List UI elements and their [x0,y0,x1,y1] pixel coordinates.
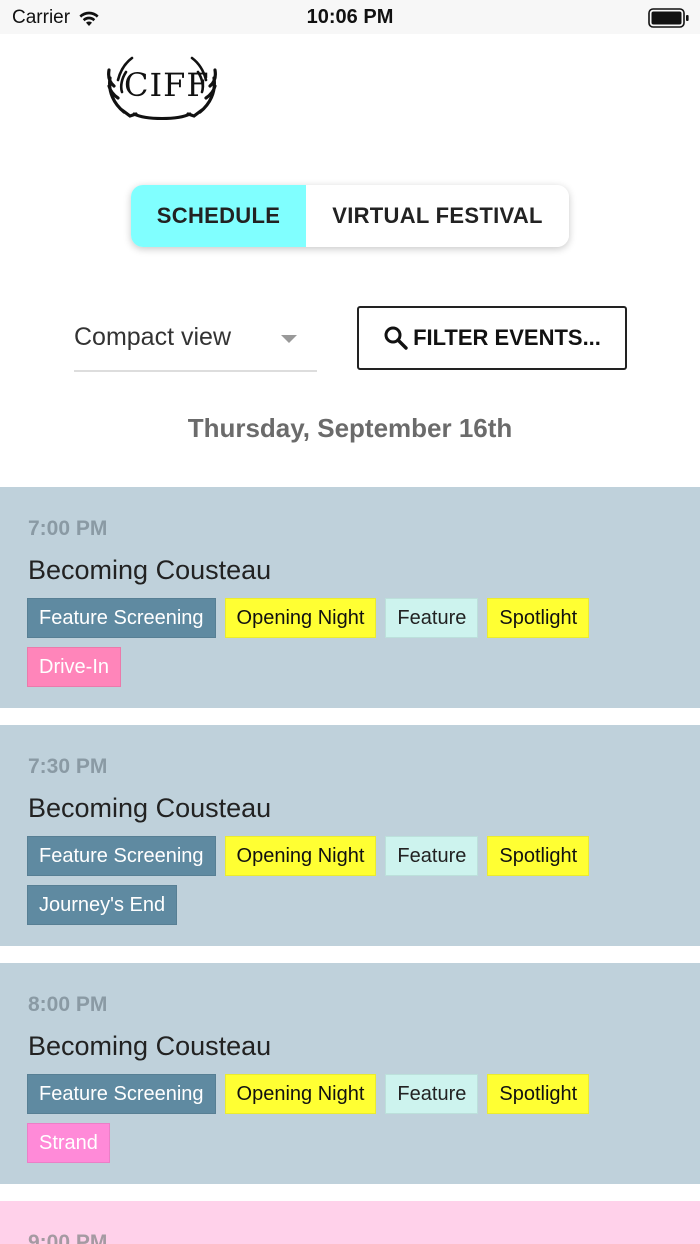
tab-schedule[interactable]: SCHEDULE [131,185,306,247]
filter-events-button[interactable]: FILTER EVENTS... [357,306,627,370]
battery-icon [648,8,689,28]
date-heading: Thursday, September 16th [187,413,513,443]
tag-feature-screening[interactable]: Feature Screening [27,1074,216,1114]
tag-opening-night[interactable]: Opening Night [224,1074,377,1114]
event-title[interactable]: Becoming Cousteau [28,793,271,824]
event-time: 7:30 PM [28,755,108,778]
event-time: 7:00 PM [28,517,108,540]
tag-opening-night[interactable]: Opening Night [224,836,377,876]
event-card[interactable]: 8:00 PM Becoming Cousteau Feature Screen… [0,963,700,1184]
event-tags: Feature Screening Opening Night Feature … [27,598,667,687]
ciff-logo[interactable]: CIFF [106,52,218,124]
logo-text: CIFF [124,66,210,104]
event-tags: Feature Screening Opening Night Feature … [27,836,667,925]
tag-spotlight[interactable]: Spotlight [487,598,590,638]
tag-feature-screening[interactable]: Feature Screening [27,598,216,638]
event-card[interactable]: 7:30 PM Becoming Cousteau Feature Screen… [0,725,700,946]
tag-feature-screening[interactable]: Feature Screening [27,836,216,876]
search-icon [384,326,408,350]
event-time: 9:00 PM [28,1231,108,1244]
tag-drive-in[interactable]: Drive-In [27,647,122,687]
event-title[interactable]: Becoming Cousteau [28,555,271,586]
event-time: 8:00 PM [28,993,108,1016]
status-bar: Carrier 10:06 PM [0,0,700,34]
event-card[interactable]: 9:00 PM [0,1201,700,1244]
tag-strand[interactable]: Strand [27,1123,110,1163]
tag-spotlight[interactable]: Spotlight [487,1074,590,1114]
tag-opening-night[interactable]: Opening Night [224,598,377,638]
filter-events-label: FILTER EVENTS... [413,325,601,350]
event-card[interactable]: 7:00 PM Becoming Cousteau Feature Screen… [0,487,700,708]
view-mode-select[interactable]: Compact view [74,306,317,372]
tag-spotlight[interactable]: Spotlight [487,836,590,876]
tag-feature[interactable]: Feature [385,836,479,876]
tag-journeys-end[interactable]: Journey's End [27,885,178,925]
dropdown-arrow-icon [281,335,297,343]
event-tags: Feature Screening Opening Night Feature … [27,1074,667,1163]
view-mode-value: Compact view [74,323,231,351]
tab-virtual-festival[interactable]: VIRTUAL FESTIVAL [306,185,569,247]
tag-feature[interactable]: Feature [385,598,479,638]
view-tabs: SCHEDULE VIRTUAL FESTIVAL [131,185,569,247]
status-time: 10:06 PM [306,6,394,28]
tag-feature[interactable]: Feature [385,1074,479,1114]
event-title[interactable]: Becoming Cousteau [28,1031,271,1062]
